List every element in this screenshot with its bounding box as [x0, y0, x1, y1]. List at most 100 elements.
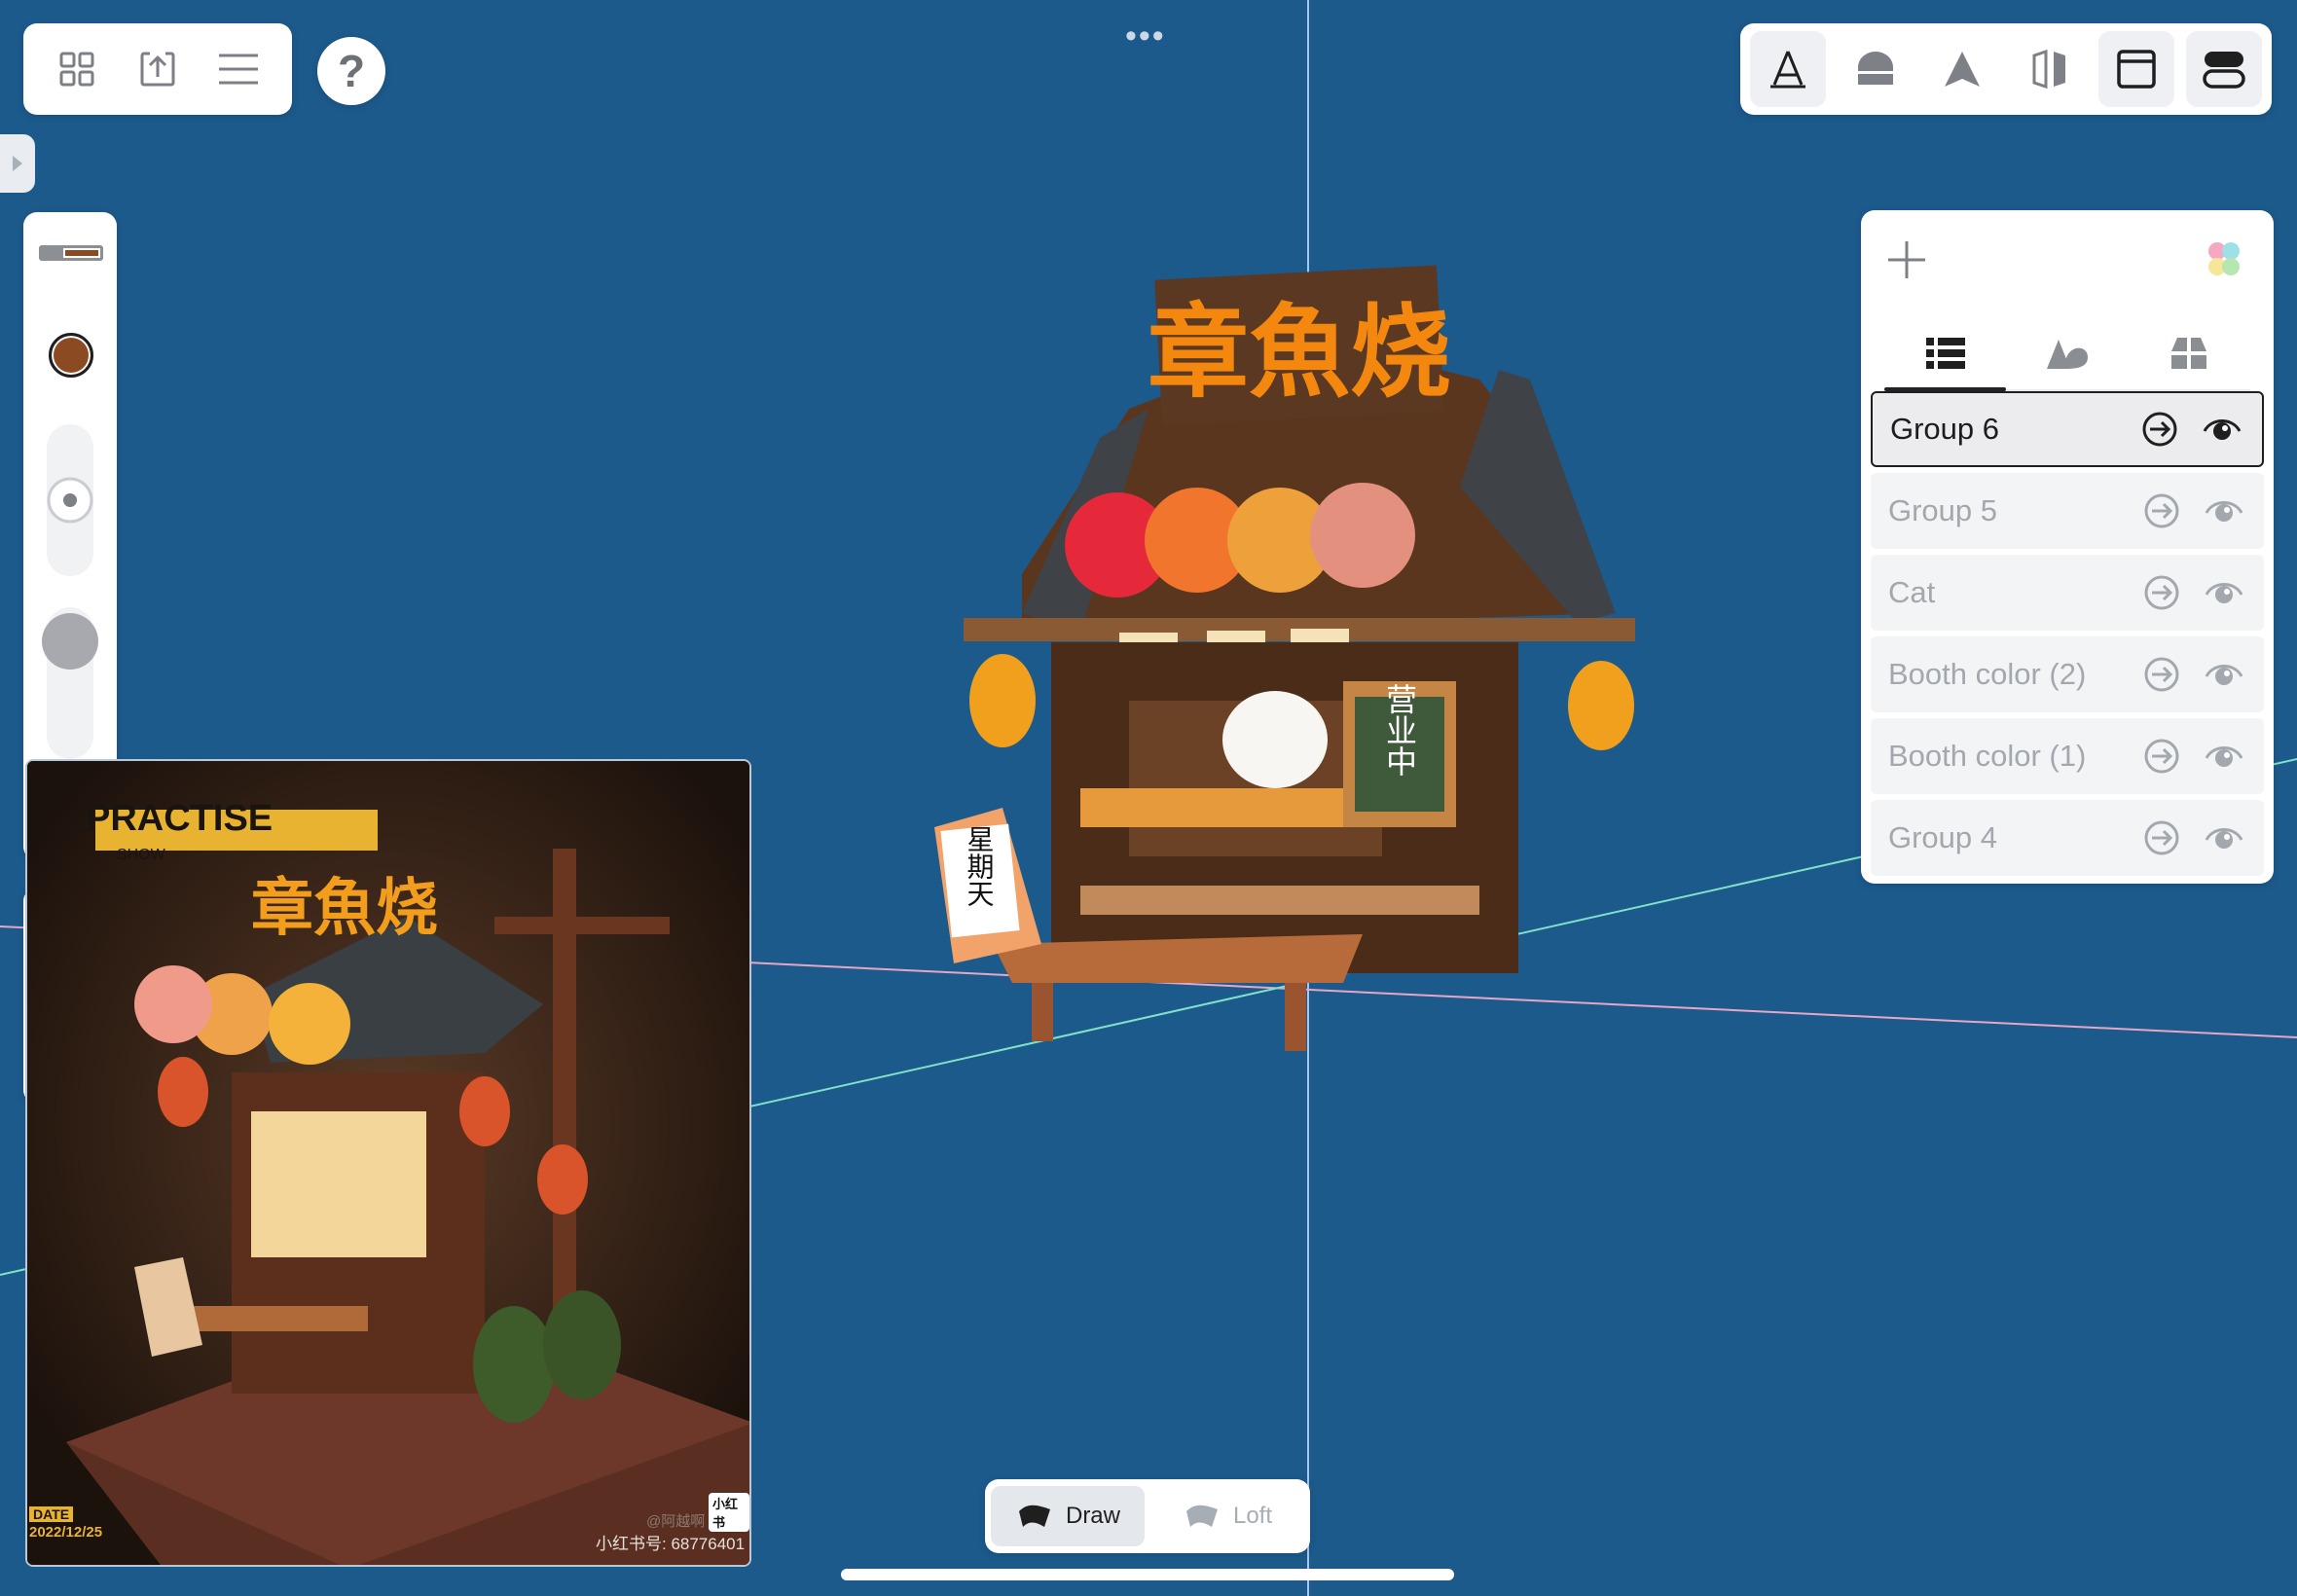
eye-icon — [2205, 665, 2243, 685]
ref-sign-text: 章魚烧 — [251, 873, 438, 943]
triangle-icon — [1945, 52, 1981, 87]
mirror-icon — [2032, 49, 2065, 90]
brush-size-thumb[interactable] — [47, 471, 93, 529]
loft-mode-label: Loft — [1232, 1503, 1273, 1529]
tab-objects[interactable] — [2129, 317, 2250, 389]
window-icon — [2117, 50, 2157, 89]
layers-panel: Group 6 Group 5 Cat Booth color (2) Booth co… — [1861, 210, 2274, 884]
shapes-icon — [2046, 340, 2088, 369]
guides-button[interactable] — [1750, 31, 1826, 107]
export-button[interactable] — [127, 38, 189, 100]
3d-model-booth[interactable]: 章魚烧 营业中 星期天 — [934, 243, 1674, 1070]
layer-select-button[interactable] — [2139, 652, 2184, 697]
layer-row[interactable]: Group 5 — [1871, 473, 2264, 549]
half-cylinder-icon — [1857, 52, 1893, 85]
brush-preview[interactable] — [31, 232, 109, 274]
view-toolbar — [1740, 23, 2272, 115]
material-button[interactable] — [1838, 31, 1914, 107]
blocks-icon — [2171, 338, 2207, 369]
draw-mode-label: Draw — [1065, 1503, 1120, 1529]
layers-tabs — [1884, 317, 2250, 391]
layer-visibility-button[interactable] — [2202, 734, 2246, 779]
layers-toggle-button[interactable] — [2185, 31, 2262, 107]
palette-icon — [2208, 242, 2240, 275]
layer-name: Cat — [1888, 575, 1936, 609]
more-options-dots[interactable]: ••• — [1125, 18, 1166, 55]
file-toolbar — [23, 23, 292, 115]
layer-name: Booth color (1) — [1888, 739, 2087, 773]
layer-select-button[interactable] — [2139, 489, 2184, 533]
lighting-button[interactable] — [1924, 31, 2000, 107]
layer-row[interactable]: Cat — [1871, 555, 2264, 631]
enter-arrow-icon — [2144, 820, 2179, 855]
ref-title: PRACTISE — [86, 798, 273, 839]
booth-illustration: 章魚烧 营业中 星期天 — [934, 265, 1635, 1051]
tab-materials[interactable] — [2006, 317, 2128, 389]
enter-arrow-icon — [2144, 657, 2179, 692]
eye-icon — [2205, 501, 2243, 522]
ref-subtitle: SHOW — [117, 847, 165, 863]
grid-icon — [59, 52, 94, 87]
booth-sign-text: 章魚烧 — [1148, 293, 1451, 412]
layer-row[interactable]: Booth color (1) — [1871, 718, 2264, 794]
booth-stand-text: 星期天 — [964, 825, 996, 907]
eye-icon — [2205, 746, 2243, 767]
enter-arrow-icon — [2144, 493, 2179, 528]
layer-select-button[interactable] — [2139, 570, 2184, 615]
draw-stroke-icon — [1018, 1505, 1050, 1527]
list-icon — [1925, 338, 1965, 369]
enter-arrow-icon — [2144, 575, 2179, 610]
layer-visibility-button[interactable] — [2202, 816, 2246, 860]
marker-icon — [39, 245, 103, 261]
reference-image[interactable]: PRACTISE SHOW 章魚烧 DATE 2022/12/25 @阿越啊 小… — [25, 759, 751, 1567]
add-layer-button[interactable] — [1882, 236, 1931, 284]
color-swatch[interactable] — [49, 333, 93, 378]
help-button[interactable]: ? — [317, 37, 385, 105]
brush-size-slider[interactable] — [47, 424, 93, 576]
eye-icon — [2205, 828, 2243, 849]
eye-icon — [2205, 583, 2243, 603]
stack-icon — [2203, 52, 2245, 89]
layer-visibility-button[interactable] — [2202, 489, 2246, 533]
enter-arrow-icon — [2142, 412, 2177, 447]
opacity-slider[interactable] — [42, 607, 98, 759]
ref-date-value: 2022/12/25 — [29, 1524, 103, 1541]
layer-row[interactable]: Group 4 — [1871, 800, 2264, 876]
window-button[interactable] — [2098, 31, 2175, 107]
layer-name: Group 5 — [1888, 493, 1998, 527]
gallery-button[interactable] — [46, 38, 108, 100]
layer-name: Group 4 — [1888, 820, 1998, 854]
draw-mode-button[interactable]: Draw — [991, 1486, 1145, 1546]
layer-visibility-button[interactable] — [2200, 407, 2244, 452]
enter-arrow-icon — [2144, 739, 2179, 774]
opacity-thumb[interactable] — [42, 613, 98, 670]
plus-icon — [1888, 241, 1925, 278]
ref-date-label: DATE — [29, 1506, 74, 1522]
layer-select-button[interactable] — [2137, 407, 2182, 452]
booth-board-text: 营业中 — [1381, 683, 1418, 777]
loft-mode-button[interactable]: Loft — [1150, 1486, 1304, 1546]
compass-ruler-icon — [1770, 51, 1805, 89]
sidebar-toggle[interactable] — [0, 134, 35, 193]
menu-button[interactable] — [207, 38, 270, 100]
eye-icon — [2203, 419, 2242, 440]
layer-visibility-button[interactable] — [2202, 570, 2246, 615]
layer-select-button[interactable] — [2139, 816, 2184, 860]
layer-name: Booth color (2) — [1888, 657, 2087, 691]
hamburger-icon — [218, 54, 258, 85]
chevron-right-icon — [13, 156, 22, 171]
color-palette-button[interactable] — [2200, 236, 2248, 284]
mode-switch: Draw Loft — [985, 1479, 1310, 1553]
ref-account: 小红书号: 68776401 — [596, 1535, 746, 1553]
layer-row[interactable]: Booth color (2) — [1871, 636, 2264, 712]
layer-visibility-button[interactable] — [2202, 652, 2246, 697]
layer-name: Group 6 — [1890, 412, 2000, 446]
layer-row[interactable]: Group 6 — [1871, 391, 2264, 467]
home-indicator[interactable] — [841, 1569, 1454, 1580]
tab-layers[interactable] — [1884, 317, 2007, 391]
layer-select-button[interactable] — [2139, 734, 2184, 779]
upload-icon — [140, 52, 175, 87]
ref-badge: 小红书 — [709, 1493, 749, 1532]
mirror-button[interactable] — [2012, 31, 2088, 107]
loft-stroke-icon — [1185, 1505, 1218, 1527]
